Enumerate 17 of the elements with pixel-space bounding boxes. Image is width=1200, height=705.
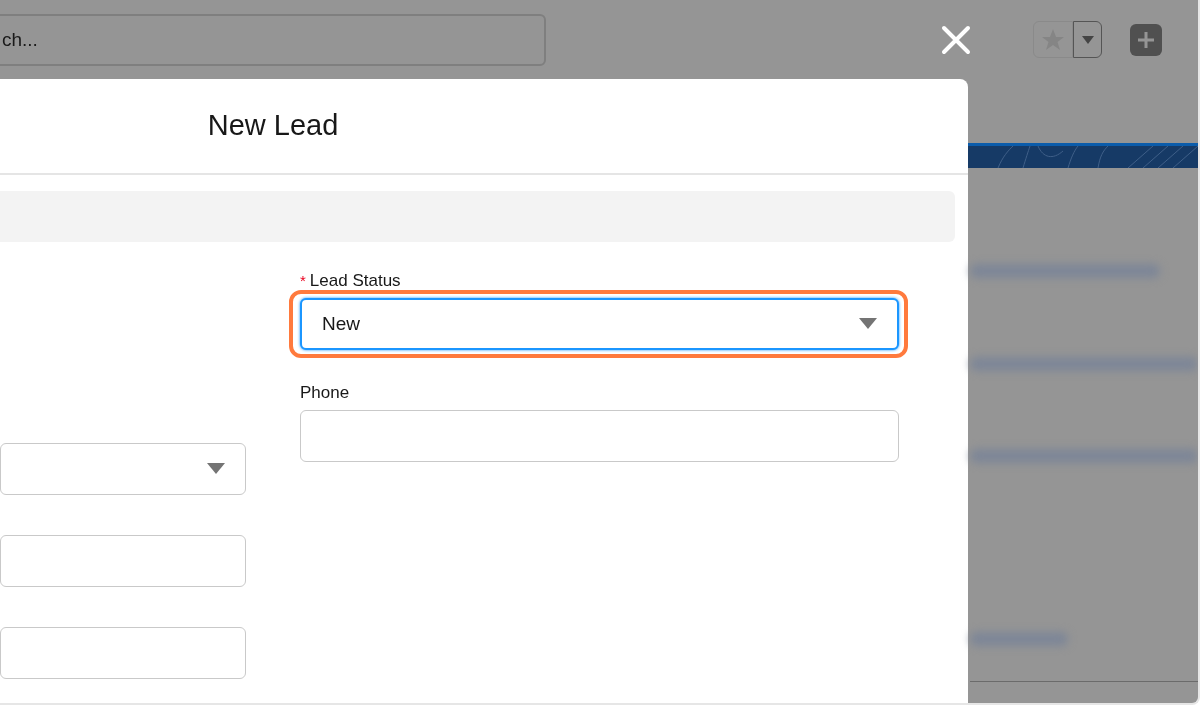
caret-icon xyxy=(859,318,877,330)
caret-icon xyxy=(1081,35,1094,44)
input-field[interactable] xyxy=(300,410,899,462)
modal-title: New Lead xyxy=(207,108,339,144)
close-icon[interactable] xyxy=(941,24,971,55)
input-field[interactable] xyxy=(0,627,246,679)
add-button[interactable] xyxy=(1130,23,1162,56)
caret-icon xyxy=(207,463,225,475)
search-field[interactable]: ch... xyxy=(0,13,546,66)
required-marker: * xyxy=(300,271,306,291)
select-field[interactable]: New xyxy=(300,298,899,350)
field-label: Lead Status xyxy=(309,270,401,292)
input-field[interactable] xyxy=(0,535,246,587)
field-label: Phone xyxy=(300,382,350,404)
favorites-menu-button[interactable] xyxy=(1073,21,1102,58)
plus-icon xyxy=(1136,29,1156,50)
select-field[interactable] xyxy=(0,443,246,495)
